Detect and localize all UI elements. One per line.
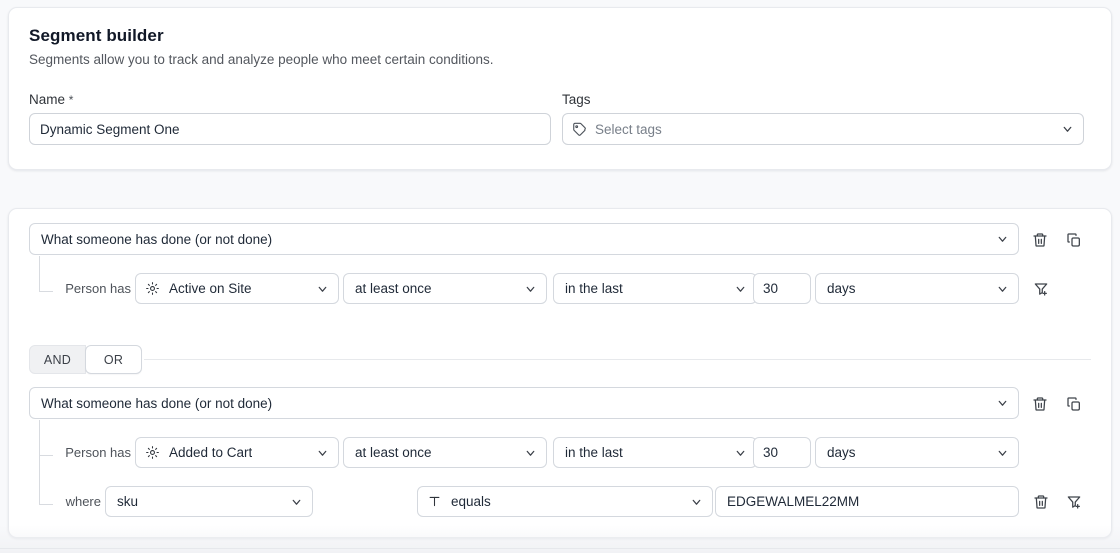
unit-label-2: days [827, 445, 856, 460]
chevron-down-icon [996, 233, 1009, 246]
trash-icon [1034, 495, 1048, 509]
operator-option-and[interactable]: AND [29, 345, 86, 374]
name-input-value: Dynamic Segment One [40, 121, 180, 137]
add-filter-button-2[interactable] [1064, 492, 1084, 512]
filter-plus-icon [1034, 283, 1048, 296]
connector-line [39, 256, 40, 292]
amount-input-1[interactable]: 30 [753, 273, 811, 304]
filter-operator-label: equals [451, 494, 491, 509]
frequency-label-2: at least once [355, 445, 432, 460]
bottom-divider [0, 548, 1120, 549]
operator-option-or[interactable]: OR [85, 345, 142, 374]
connector-line [39, 420, 40, 505]
chevron-down-icon [690, 495, 703, 508]
timeframe-label-1: in the last [565, 281, 623, 296]
duplicate-condition-button-1[interactable] [1064, 230, 1084, 250]
segment-builder-page: Segment builder Segments allow you to tr… [0, 0, 1120, 553]
event-label-1: Active on Site [169, 281, 252, 296]
group-divider [144, 359, 1091, 360]
event-select-1[interactable]: Active on Site [135, 273, 339, 304]
frequency-select-2[interactable]: at least once [343, 437, 547, 468]
event-select-2[interactable]: Added to Cart [135, 437, 339, 468]
filter-value-input[interactable]: EDGEWALMEL22MM [715, 486, 1019, 517]
chevron-down-icon [316, 282, 329, 295]
text-type-icon [427, 494, 442, 509]
delete-condition-button-1[interactable] [1030, 230, 1050, 250]
frequency-label-1: at least once [355, 281, 432, 296]
tags-label: Tags [562, 92, 591, 107]
copy-icon [1067, 397, 1080, 411]
frequency-select-1[interactable]: at least once [343, 273, 547, 304]
timeframe-select-2[interactable]: in the last [553, 437, 757, 468]
chevron-down-icon [996, 282, 1009, 295]
condition-type-label-1: What someone has done (or not done) [41, 231, 273, 247]
tags-select[interactable]: Select tags [562, 113, 1084, 145]
chevron-down-icon [1061, 123, 1074, 136]
name-label-text: Name [29, 92, 66, 107]
trash-icon [1033, 397, 1047, 411]
conditions-card: What someone has done (or not done) Pers… [8, 208, 1112, 538]
condition-type-label-2: What someone has done (or not done) [41, 395, 273, 411]
timeframe-label-2: in the last [565, 445, 623, 460]
filter-value-text: EDGEWALMEL22MM [727, 494, 860, 509]
tag-icon [572, 122, 587, 137]
chevron-down-icon [316, 446, 329, 459]
trash-icon [1033, 233, 1047, 247]
page-subtitle: Segments allow you to track and analyze … [29, 52, 494, 67]
copy-icon [1067, 233, 1080, 247]
add-filter-button-1[interactable] [1031, 279, 1051, 299]
condition-type-select-2[interactable]: What someone has done (or not done) [29, 387, 1019, 419]
chevron-down-icon [524, 282, 537, 295]
filter-prefix-label: where [65, 494, 101, 509]
name-required-marker: * [68, 93, 74, 107]
tags-placeholder-text: Select tags [595, 121, 662, 137]
amount-input-2[interactable]: 30 [753, 437, 811, 468]
chevron-down-icon [996, 397, 1009, 410]
event-gear-icon [145, 445, 160, 460]
timeframe-select-1[interactable]: in the last [553, 273, 757, 304]
filter-operator-select[interactable]: equals [417, 486, 713, 517]
unit-select-2[interactable]: days [815, 437, 1019, 468]
chevron-down-icon [734, 446, 747, 459]
chevron-down-icon [996, 446, 1009, 459]
filter-property-label: sku [117, 494, 139, 509]
delete-filter-button[interactable] [1031, 492, 1051, 512]
name-label: Name * [29, 92, 73, 107]
filter-property-select[interactable]: sku [105, 486, 313, 517]
unit-label-1: days [827, 281, 856, 296]
event-gear-icon [145, 281, 160, 296]
chevron-down-icon [290, 495, 303, 508]
filter-plus-icon [1067, 496, 1081, 509]
segment-details-card: Segment builder Segments allow you to tr… [8, 7, 1112, 170]
duplicate-condition-button-2[interactable] [1064, 394, 1084, 414]
group-operator-toggle[interactable]: AND OR [29, 345, 142, 374]
amount-value-1: 30 [763, 281, 779, 296]
delete-condition-button-2[interactable] [1030, 394, 1050, 414]
name-input[interactable]: Dynamic Segment One [29, 113, 551, 145]
chevron-down-icon [734, 282, 747, 295]
row-prefix-label-2: Person has [65, 445, 131, 460]
page-title: Segment builder [29, 26, 164, 45]
unit-select-1[interactable]: days [815, 273, 1019, 304]
amount-value-2: 30 [763, 445, 779, 460]
chevron-down-icon [524, 446, 537, 459]
event-label-2: Added to Cart [169, 445, 253, 460]
row-prefix-label-1: Person has [65, 281, 131, 296]
condition-type-select-1[interactable]: What someone has done (or not done) [29, 223, 1019, 255]
